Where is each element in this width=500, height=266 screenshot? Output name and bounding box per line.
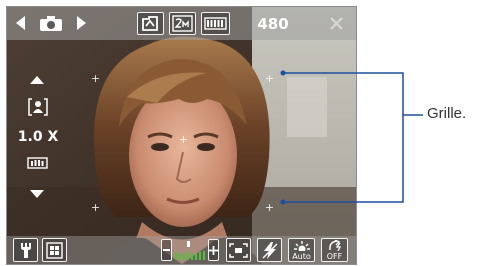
callout-lines <box>280 70 423 205</box>
callout-label: Grille. <box>427 105 467 122</box>
callout-connector <box>283 72 423 203</box>
